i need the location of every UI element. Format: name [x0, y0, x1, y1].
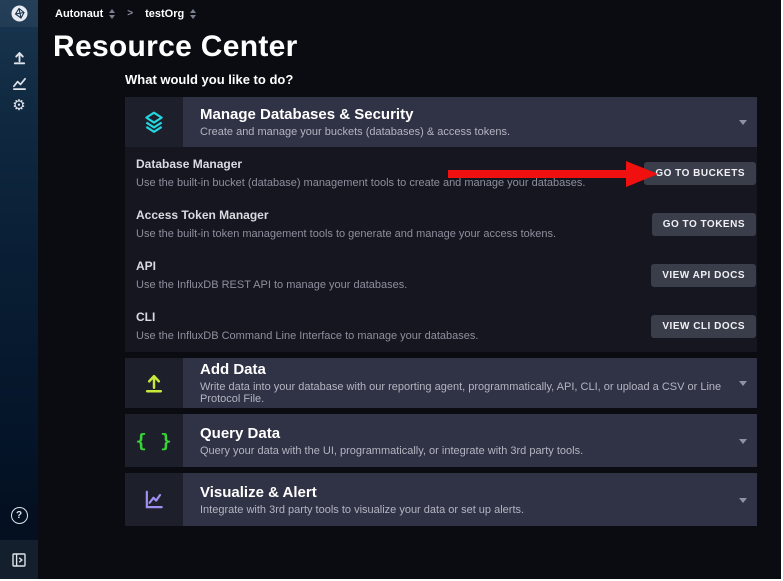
- row-description: Use the InfluxDB Command Line Interface …: [136, 330, 606, 343]
- section-manage-databases-body: Database Manager Use the built-in bucket…: [125, 147, 757, 352]
- section-title: Manage Databases & Security: [200, 106, 757, 123]
- section-subtitle: Integrate with 3rd party tools to visual…: [200, 504, 757, 516]
- chevron-down-icon[interactable]: [739, 120, 747, 125]
- row-description: Use the InfluxDB REST API to manage your…: [136, 279, 606, 292]
- row-access-token-manager: Access Token Manager Use the built-in to…: [136, 206, 757, 257]
- breadcrumb-org[interactable]: Autonaut: [55, 8, 103, 20]
- app-window: ⚙ ? Autonaut > testOrg Resource Center W…: [0, 0, 781, 579]
- section-header-main: Visualize & Alert Integrate with 3rd par…: [183, 473, 757, 526]
- upload-icon: [12, 50, 27, 65]
- workspace-dropdown-caret-icon[interactable]: [190, 9, 196, 19]
- org-dropdown-caret-icon[interactable]: [109, 9, 115, 19]
- row-database-manager: Database Manager Use the built-in bucket…: [136, 155, 757, 206]
- sidebar-item-settings[interactable]: ⚙: [0, 92, 38, 118]
- sidebar-item-feedback[interactable]: [0, 540, 38, 579]
- breadcrumb-workspace[interactable]: testOrg: [145, 8, 184, 20]
- influxdb-logo-icon: [11, 5, 28, 22]
- caret-down-icon: [109, 15, 115, 19]
- section-subtitle: Write data into your database with our r…: [200, 381, 757, 405]
- section-manage-databases-header[interactable]: Manage Databases & Security Create and m…: [125, 97, 757, 147]
- caret-up-icon: [109, 9, 115, 13]
- section-icon-cell: [125, 473, 183, 526]
- caret-up-icon: [190, 9, 196, 13]
- influxdb-logo[interactable]: [0, 0, 38, 27]
- breadcrumb-separator: >: [127, 8, 133, 19]
- feedback-icon: [12, 553, 26, 567]
- graph-icon: [12, 76, 27, 91]
- gear-icon: ⚙: [12, 98, 25, 113]
- section-header-main: Manage Databases & Security Create and m…: [183, 97, 757, 147]
- upload-icon: [143, 372, 165, 394]
- sidebar-item-help[interactable]: ?: [0, 502, 38, 528]
- section-query-data-header[interactable]: { } Query Data Query your data with the …: [125, 414, 757, 467]
- go-to-tokens-button[interactable]: GO TO TOKENS: [652, 213, 756, 236]
- section-title: Visualize & Alert: [200, 484, 757, 501]
- section-header-main: Query Data Query your data with the UI, …: [183, 414, 757, 467]
- chevron-down-icon[interactable]: [739, 498, 747, 503]
- section-icon-cell: { }: [125, 414, 183, 467]
- help-icon: ?: [11, 507, 28, 524]
- row-description: Use the built-in token management tools …: [136, 228, 606, 241]
- section-subtitle: Query your data with the UI, programmati…: [200, 445, 757, 457]
- page-prompt: What would you like to do?: [125, 72, 293, 87]
- section-add-data-header[interactable]: Add Data Write data into your database w…: [125, 358, 757, 408]
- caret-down-icon: [190, 15, 196, 19]
- chart-icon: [143, 489, 165, 511]
- section-header-main: Add Data Write data into your database w…: [183, 358, 757, 408]
- row-description: Use the built-in bucket (database) manag…: [136, 177, 606, 190]
- section-query-data: { } Query Data Query your data with the …: [125, 414, 757, 467]
- row-api: API Use the InfluxDB REST API to manage …: [136, 257, 757, 308]
- section-add-data: Add Data Write data into your database w…: [125, 358, 757, 408]
- row-cli: CLI Use the InfluxDB Command Line Interf…: [136, 308, 757, 359]
- chevron-down-icon[interactable]: [739, 381, 747, 386]
- section-title: Add Data: [200, 361, 757, 378]
- sidebar: ⚙ ?: [0, 0, 38, 579]
- breadcrumb: Autonaut > testOrg: [38, 0, 779, 27]
- page-title: Resource Center: [53, 30, 298, 64]
- go-to-buckets-button[interactable]: GO TO BUCKETS: [644, 162, 756, 185]
- chevron-down-icon[interactable]: [739, 439, 747, 444]
- section-title: Query Data: [200, 425, 757, 442]
- section-manage-databases: Manage Databases & Security Create and m…: [125, 97, 757, 352]
- view-cli-docs-button[interactable]: VIEW CLI DOCS: [651, 315, 756, 338]
- view-api-docs-button[interactable]: VIEW API DOCS: [651, 264, 756, 287]
- braces-icon: { }: [135, 430, 172, 452]
- section-icon-cell: [125, 358, 183, 408]
- section-subtitle: Create and manage your buckets (database…: [200, 126, 757, 138]
- section-visualize-alert: Visualize & Alert Integrate with 3rd par…: [125, 473, 757, 526]
- sidebar-item-load-data[interactable]: [0, 44, 38, 70]
- section-icon-cell: [125, 97, 183, 147]
- layers-icon: [142, 110, 166, 134]
- section-visualize-alert-header[interactable]: Visualize & Alert Integrate with 3rd par…: [125, 473, 757, 526]
